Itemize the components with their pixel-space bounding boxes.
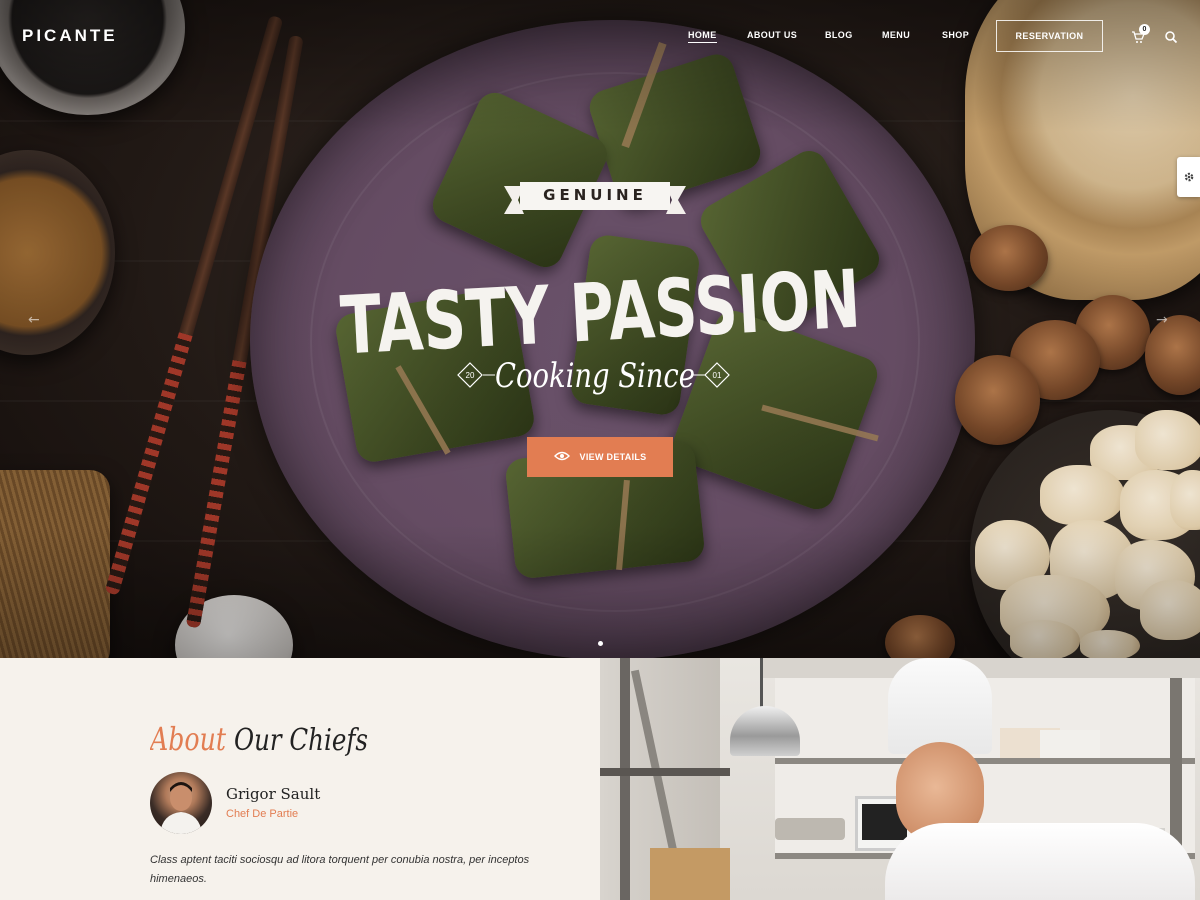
search-icon[interactable]	[1164, 29, 1178, 44]
slider-prev-arrow[interactable]: ←	[28, 312, 40, 328]
nav-home[interactable]: HOME	[688, 30, 717, 43]
settings-panel-toggle[interactable]	[1177, 157, 1200, 197]
ribbon-text: GENUINE	[543, 186, 647, 204]
about-title-rest: Our Chiefs	[234, 723, 368, 758]
slider-dot[interactable]	[598, 641, 603, 646]
reservation-button[interactable]: RESERVATION	[996, 20, 1103, 52]
chef-name: Grigor Sault	[226, 785, 321, 803]
chef-hat	[888, 658, 992, 754]
chef-description: Class aptent taciti sociosqu ad litora t…	[150, 854, 530, 885]
chef-role: Chef De Partie	[226, 808, 299, 820]
chef-photo	[600, 658, 1200, 900]
nav-menu[interactable]: MENU	[882, 30, 910, 40]
nav-blog[interactable]: BLOG	[825, 30, 853, 40]
hero-subline: 20 01 Cooking Since	[457, 356, 730, 396]
cart-count-badge: 0	[1139, 24, 1150, 35]
year-left: 20	[466, 371, 475, 380]
page: PICANTE HOME ABOUT US BLOG MENU SHOP RES…	[0, 0, 1200, 900]
view-details-label: VIEW DETAILS	[579, 452, 647, 462]
view-details-button[interactable]: VIEW DETAILS	[527, 437, 673, 477]
chef-jacket	[885, 823, 1195, 900]
chef-avatar	[150, 772, 212, 834]
headline-text: TASTY PASSION	[338, 252, 862, 358]
about-title: About Our Chiefs	[150, 720, 368, 758]
gear-icon	[1183, 168, 1195, 187]
hero-headline: TASTY PASSION	[338, 252, 862, 358]
about-title-accent: About	[150, 720, 226, 758]
nav-shop[interactable]: SHOP	[942, 30, 969, 40]
nav-about-us[interactable]: ABOUT US	[747, 30, 797, 40]
slider-next-arrow[interactable]: →	[1156, 312, 1168, 328]
year-right: 01	[713, 371, 722, 380]
subline-text: Cooking Since	[495, 356, 695, 396]
eye-icon	[553, 451, 570, 463]
